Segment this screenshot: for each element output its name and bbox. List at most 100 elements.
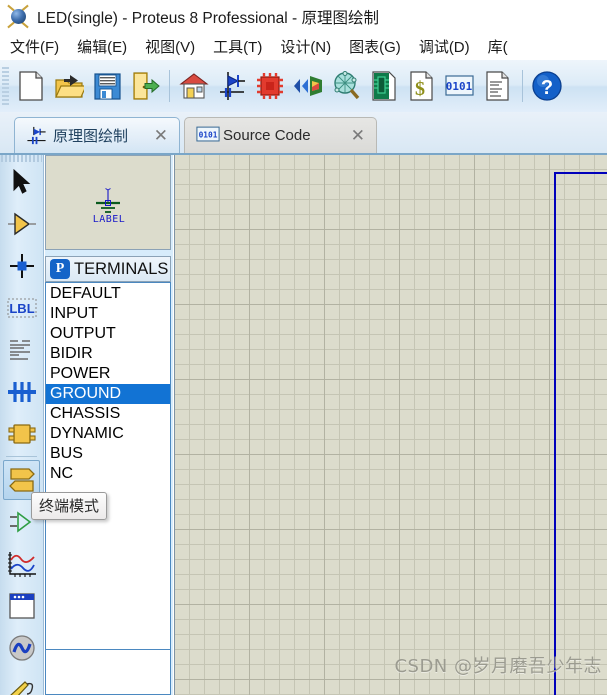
terminals-list[interactable]: DEFAULT INPUT OUTPUT BIDIR POWER GROUND … [45, 282, 171, 650]
list-item-selected[interactable]: GROUND [46, 384, 170, 404]
save-project-button[interactable] [88, 64, 126, 108]
tape-recorder-icon [8, 593, 35, 619]
tool-generator-mode[interactable] [3, 628, 40, 668]
menu-graph[interactable]: 图表(G) [349, 34, 401, 59]
tool-selection-mode[interactable] [3, 162, 40, 202]
gerber-viewer-icon [372, 71, 396, 101]
preview-label: LABEL [92, 214, 126, 225]
menu-library[interactable]: 库( [488, 34, 508, 59]
tool-subcircuit[interactable] [3, 414, 40, 454]
terminals-list-footer [45, 650, 171, 695]
help-button[interactable]: ? [528, 64, 566, 108]
canvas-grid [175, 155, 607, 695]
junction-dot-icon [9, 254, 34, 278]
tool-wire-label[interactable]: LBL [3, 288, 40, 328]
menu-view[interactable]: 视图(V) [145, 34, 195, 59]
tool-junction-dot[interactable] [3, 246, 40, 286]
tool-tape-recorder[interactable] [3, 586, 40, 626]
list-item[interactable]: BIDIR [46, 344, 170, 364]
help-icon: ? [532, 71, 562, 101]
schematic-canvas[interactable]: CSDN @岁月磨吾少年志 [174, 155, 607, 695]
left-toolbar-separator [6, 456, 37, 457]
3d-visualizer-button[interactable] [289, 64, 327, 108]
list-item[interactable]: DYNAMIC [46, 424, 170, 444]
mode-selector-toolbar: LBL [0, 155, 44, 695]
menu-edit[interactable]: 编辑(E) [77, 34, 127, 59]
design-explorer-icon [334, 71, 360, 100]
list-item[interactable]: INPUT [46, 304, 170, 324]
list-item[interactable]: POWER [46, 364, 170, 384]
tab-close-icon[interactable]: ✕ [349, 127, 367, 144]
tool-component-mode[interactable] [3, 204, 40, 244]
menu-debug[interactable]: 调试(D) [419, 34, 470, 59]
3d-visualizer-icon [294, 76, 322, 96]
object-selector-header: P TERMINALS [45, 256, 171, 282]
report-button[interactable] [479, 64, 517, 108]
watermark-text: CSDN @岁月磨吾少年志 [394, 656, 602, 677]
wire-label-icon: LBL [7, 298, 36, 318]
tool-voltage-probe[interactable] [3, 670, 40, 695]
terminals-mode-icon [8, 468, 35, 492]
open-project-button[interactable] [50, 64, 88, 108]
tab-label: 原理图绘制 [53, 128, 129, 145]
menu-bar: 文件(F) 编辑(E) 视图(V) 工具(T) 设计(N) 图表(G) 调试(D… [0, 33, 607, 60]
buses-icon [7, 382, 36, 402]
object-selector-panel: LABEL P TERMINALS DEFAULT INPUT OUTPUT B… [45, 155, 173, 695]
source-code-icon: 0101 [196, 126, 220, 146]
new-project-button[interactable] [12, 64, 50, 108]
exit-door-icon [132, 72, 160, 100]
home-icon [179, 73, 209, 99]
sheet-border-vertical [554, 172, 556, 695]
tool-graph-mode[interactable] [3, 544, 40, 584]
bill-of-materials-icon: $ [410, 71, 433, 101]
toolbar-separator [169, 70, 170, 102]
list-item[interactable]: CHASSIS [46, 404, 170, 424]
generator-mode-icon [8, 635, 35, 661]
svg-text:?: ? [541, 77, 553, 99]
window-title: LED(single) - Proteus 8 Professional - 原… [37, 9, 379, 27]
save-floppy-icon [93, 72, 121, 100]
text-script-icon [9, 340, 30, 360]
gerber-viewer-button[interactable] [365, 64, 403, 108]
schematic-capture-button[interactable] [213, 64, 251, 108]
document-tab-bar: 原理图绘制 ✕ 0101 Source Code ✕ [0, 112, 607, 155]
bill-of-materials-button[interactable]: $ [403, 64, 441, 108]
tab-label: Source Code [223, 127, 311, 144]
list-item[interactable]: OUTPUT [46, 324, 170, 344]
component-mode-icon [7, 212, 36, 236]
sheet-border-horizontal [554, 172, 607, 174]
source-code-button[interactable]: 0101 [441, 64, 479, 108]
left-toolbar-grip[interactable] [1, 155, 42, 162]
tool-text-script[interactable] [3, 330, 40, 370]
symbol-preview-pane: LABEL [45, 155, 171, 250]
svg-text:0101: 0101 [446, 80, 473, 93]
schematic-capture-icon [26, 126, 47, 146]
pick-device-icon[interactable]: P [50, 259, 70, 279]
list-item[interactable]: BUS [46, 444, 170, 464]
home-button[interactable] [175, 64, 213, 108]
list-item[interactable]: NC [46, 464, 170, 484]
tool-buses[interactable] [3, 372, 40, 412]
tab-close-icon[interactable]: ✕ [152, 127, 170, 144]
toolbar-grip[interactable] [2, 67, 9, 105]
tab-schematic-capture[interactable]: 原理图绘制 ✕ [14, 117, 180, 153]
tooltip: 终端模式 [31, 492, 108, 520]
menu-tools[interactable]: 工具(T) [213, 34, 262, 59]
selector-category-title: TERMINALS [74, 259, 169, 278]
svg-text:LBL: LBL [9, 301, 34, 316]
close-project-button[interactable] [126, 64, 164, 108]
proteus-application-window: LED(single) - Proteus 8 Professional - 原… [0, 0, 607, 695]
source-code-icon: 0101 [445, 75, 474, 96]
title-bar: LED(single) - Proteus 8 Professional - 原… [0, 0, 607, 33]
svg-text:0101: 0101 [199, 130, 218, 139]
tab-source-code[interactable]: 0101 Source Code ✕ [184, 117, 377, 153]
design-explorer-button[interactable] [327, 64, 365, 108]
graph-mode-icon [7, 552, 36, 577]
schematic-capture-icon [220, 72, 245, 100]
pcb-layout-button[interactable] [251, 64, 289, 108]
menu-file[interactable]: 文件(F) [10, 34, 59, 59]
report-icon [486, 71, 509, 101]
menu-design[interactable]: 设计(N) [280, 34, 331, 59]
list-item[interactable]: DEFAULT [46, 284, 170, 304]
voltage-probe-icon [9, 681, 33, 695]
